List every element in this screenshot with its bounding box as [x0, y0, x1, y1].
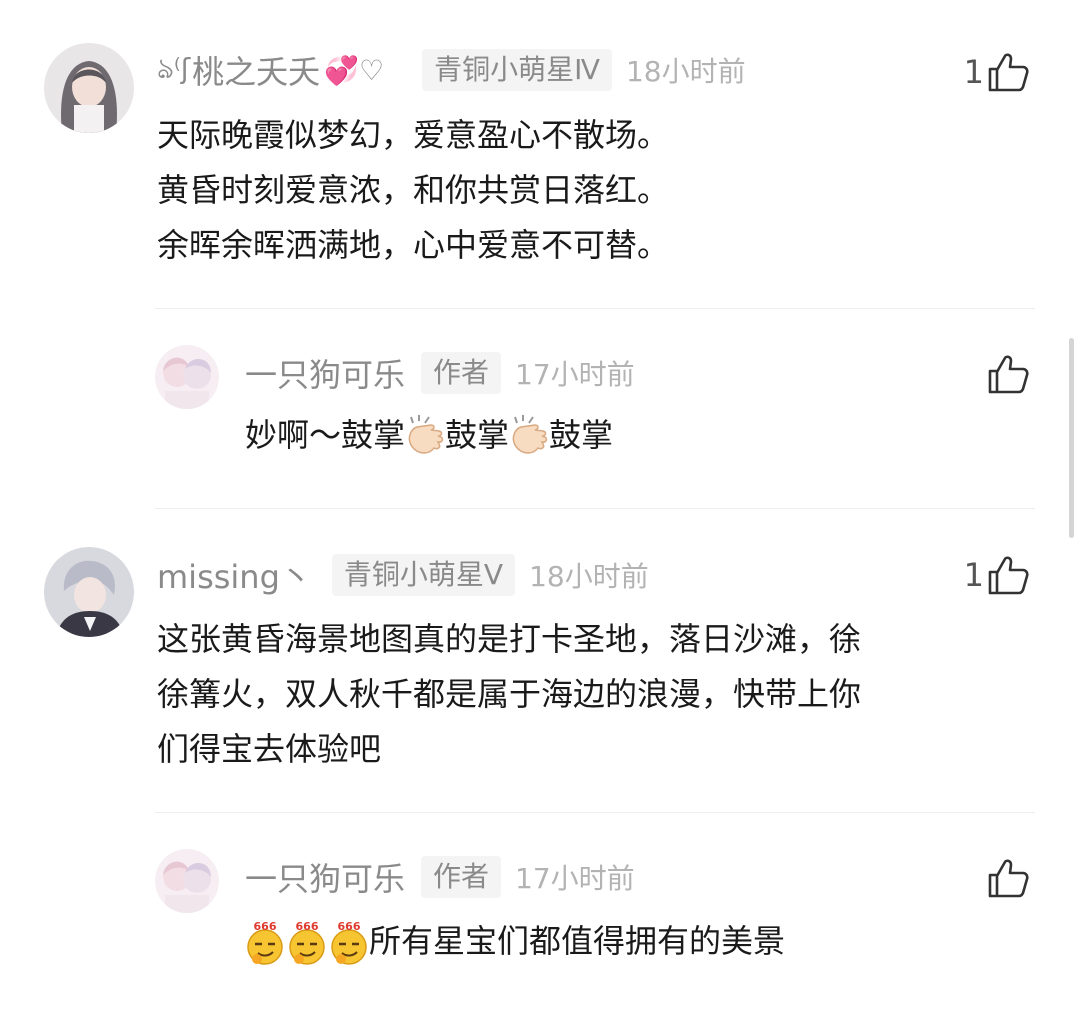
666-emoji-icon: 666: [247, 920, 283, 965]
level-badge: 青铜小萌星Ⅴ: [331, 554, 516, 596]
divider: [155, 812, 1035, 813]
timestamp: 17小时前: [515, 358, 635, 391]
username[interactable]: missing丶: [157, 552, 312, 598]
avatar[interactable]: [155, 849, 219, 913]
like-button[interactable]: 1: [964, 553, 1030, 597]
avatar[interactable]: [44, 547, 134, 637]
comment-header: 一只狗可乐 作者 17小时前: [245, 351, 635, 395]
like-count: 1: [963, 556, 984, 594]
emoji-label: 666: [296, 920, 319, 933]
666-emoji-icon: 666: [331, 920, 367, 965]
divider: [155, 308, 1035, 309]
like-button[interactable]: 1: [964, 50, 1030, 94]
comment-text-part: 鼓掌: [445, 416, 510, 454]
comment-text-part: 鼓掌: [549, 416, 614, 454]
comment-text: 666 666 666 所有星宝们都值得拥有的美景: [243, 914, 785, 969]
comment-line: 徐篝火，双人秋千都是属于海边的浪漫，快带上你: [157, 675, 862, 713]
username-decoration: ঌ⁽ʃ: [157, 51, 191, 85]
emoji-label: 666: [254, 920, 277, 933]
comment-line: 天际晚霞似梦幻，爱意盈心不散场。: [157, 116, 670, 154]
thumbs-up-icon: [988, 355, 1029, 394]
username[interactable]: 桃之夭夭: [192, 47, 320, 93]
clapping-hands-icon: [408, 415, 444, 454]
level-badge: 青铜小萌星Ⅳ: [422, 49, 612, 91]
like-count: 1: [963, 53, 984, 91]
author-badge: 作者: [421, 856, 502, 898]
comment-header: missing丶 青铜小萌星Ⅴ 18小时前: [157, 553, 649, 597]
timestamp: 17小时前: [515, 862, 635, 895]
comment-text: 天际晚霞似梦幻，爱意盈心不散场。 黄昏时刻爱意浓，和你共赏日落红。 余晖余晖洒满…: [157, 108, 669, 273]
comment-text-part: 妙啊～鼓掌: [245, 416, 406, 454]
comment-text: 妙啊～鼓掌 鼓掌 鼓掌: [245, 408, 613, 463]
comment-line: 黄昏时刻爱意浓，和你共赏日落红。: [157, 171, 670, 209]
thumbs-up-icon: [988, 556, 1029, 595]
username[interactable]: 一只狗可乐: [245, 350, 405, 396]
thumbs-up-icon: [988, 859, 1029, 898]
comment-text-part: 所有星宝们都值得拥有的美景: [369, 922, 786, 960]
comment-text: 这张黄昏海景地图真的是打卡圣地，落日沙滩，徐 徐篝火，双人秋千都是属于海边的浪漫…: [157, 612, 861, 777]
username[interactable]: 一只狗可乐: [245, 854, 405, 900]
clapping-hands-icon: [512, 415, 548, 454]
comment-line: 们得宝去体验吧: [157, 730, 382, 768]
timestamp: 18小时前: [625, 55, 746, 88]
emoji-label: 666: [338, 920, 361, 933]
like-button[interactable]: [986, 856, 1030, 900]
like-button[interactable]: [986, 352, 1030, 396]
divider: [155, 508, 1035, 509]
username-decoration: 💞♡: [324, 53, 385, 87]
comment-line: 这张黄昏海景地图真的是打卡圣地，落日沙滩，徐: [157, 620, 862, 658]
timestamp: 18小时前: [529, 560, 649, 593]
comment-line: 余晖余晖洒满地，心中爱意不可替。: [157, 226, 670, 264]
author-badge: 作者: [421, 352, 502, 394]
thumbs-up-icon: [988, 53, 1029, 92]
scrollbar[interactable]: [1069, 338, 1074, 538]
avatar[interactable]: [44, 43, 134, 133]
avatar[interactable]: [155, 345, 219, 409]
comment-header: 一只狗可乐 作者 17小时前: [245, 855, 635, 899]
comment-header: ঌ⁽ʃ 桃之夭夭 💞♡ 青铜小萌星Ⅳ 18小时前: [157, 48, 746, 92]
666-emoji-icon: 666: [289, 920, 325, 965]
